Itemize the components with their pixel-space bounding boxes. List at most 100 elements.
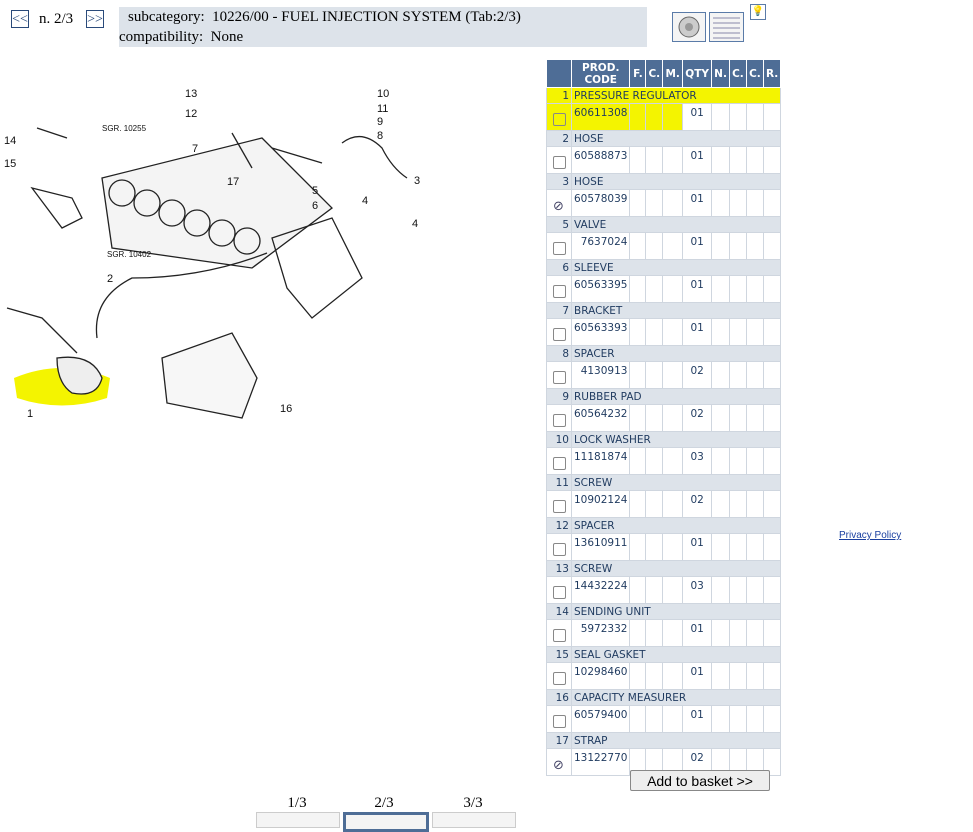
quantity: 01	[682, 662, 713, 690]
flag-cell	[762, 447, 782, 475]
flag-cell	[745, 576, 764, 604]
flag-cell	[762, 533, 782, 561]
flag-cell	[645, 318, 664, 346]
select-checkbox[interactable]	[553, 242, 566, 255]
flag-cell	[645, 404, 664, 432]
select-checkbox[interactable]	[553, 715, 566, 728]
privacy-policy-link[interactable]: Privacy Policy	[839, 530, 901, 541]
part-code-row: 11181874 03	[546, 447, 782, 475]
quantity: 01	[682, 318, 713, 346]
prev-page-button[interactable]: <<	[11, 10, 29, 28]
flag-cell	[662, 318, 684, 346]
flag-cell	[745, 662, 764, 690]
flag-cell	[662, 576, 684, 604]
flag-cell	[629, 146, 647, 174]
part-code-row: 5972332 01	[546, 619, 782, 647]
tab-3-thumbnail[interactable]	[432, 812, 516, 828]
column-header: C.	[645, 59, 664, 88]
flag-cell	[728, 146, 747, 174]
flag-cell	[762, 232, 782, 260]
part-code-row: ⊘ 60578039 01	[546, 189, 782, 217]
flag-cell	[762, 361, 782, 389]
part-number: 2	[546, 130, 572, 147]
flag-cell	[762, 619, 782, 647]
part-name-row: 1 PRESSURE REGULATOR	[546, 87, 782, 104]
part-number: 15	[546, 646, 572, 663]
select-checkbox[interactable]	[553, 328, 566, 341]
select-checkbox[interactable]	[553, 414, 566, 427]
select-checkbox[interactable]	[553, 629, 566, 642]
flag-cell	[711, 318, 730, 346]
quantity: 01	[682, 189, 713, 217]
select-checkbox[interactable]	[553, 672, 566, 685]
column-header: R.	[762, 59, 782, 88]
part-name: STRAP	[570, 732, 782, 749]
list-view-icon[interactable]	[709, 12, 744, 42]
flag-cell	[728, 189, 747, 217]
callout-label: 7	[192, 143, 198, 155]
tab-2-thumbnail[interactable]	[343, 812, 429, 832]
part-name: CAPACITY MEASURER	[570, 689, 782, 706]
part-code-row: 60611308 01	[546, 103, 782, 131]
part-number: 13	[546, 560, 572, 577]
flag-cell	[629, 576, 647, 604]
tab-1-3[interactable]: 1/3	[256, 795, 338, 812]
part-code-row: 10298460 01	[546, 662, 782, 690]
select-checkbox[interactable]	[553, 371, 566, 384]
flag-cell	[762, 318, 782, 346]
flag-cell	[745, 619, 764, 647]
quantity: 01	[682, 619, 713, 647]
flag-cell	[728, 705, 747, 733]
part-name: SPACER	[570, 345, 782, 362]
tab-3-3[interactable]: 3/3	[432, 795, 514, 812]
flag-cell	[645, 232, 664, 260]
add-to-basket-button[interactable]: Add to basket >>	[630, 770, 770, 791]
select-checkbox[interactable]	[553, 543, 566, 556]
flag-cell	[662, 404, 684, 432]
flag-cell	[728, 232, 747, 260]
select-checkbox[interactable]	[553, 500, 566, 513]
part-name: SPACER	[570, 517, 782, 534]
flag-cell	[645, 576, 664, 604]
lightbulb-icon[interactable]: 💡	[750, 4, 766, 20]
flag-cell	[711, 533, 730, 561]
part-name-row: 14 SENDING UNIT	[546, 603, 782, 620]
flag-cell	[728, 447, 747, 475]
callout-label: 6	[312, 200, 318, 212]
flag-cell	[711, 705, 730, 733]
part-name-row: 10 LOCK WASHER	[546, 431, 782, 448]
part-code-row: 7637024 01	[546, 232, 782, 260]
part-code-row: 60563395 01	[546, 275, 782, 303]
flag-cell	[762, 576, 782, 604]
callout-label: SGR. 10402	[107, 250, 152, 259]
tab-1-thumbnail[interactable]	[256, 812, 340, 828]
next-page-button[interactable]: >>	[86, 10, 104, 28]
part-name-row: 3 HOSE	[546, 173, 782, 190]
flag-cell	[745, 705, 764, 733]
flag-cell	[645, 361, 664, 389]
part-code-row: 10902124 02	[546, 490, 782, 518]
flag-cell	[645, 275, 664, 303]
select-checkbox[interactable]	[553, 113, 566, 126]
select-checkbox[interactable]	[553, 457, 566, 470]
select-checkbox[interactable]	[553, 586, 566, 599]
quantity: 02	[682, 404, 713, 432]
select-checkbox[interactable]	[553, 156, 566, 169]
flag-cell	[662, 490, 684, 518]
part-name-row: 12 SPACER	[546, 517, 782, 534]
select-checkbox[interactable]	[553, 285, 566, 298]
tab-2-3[interactable]: 2/3	[343, 795, 425, 812]
flag-cell	[762, 103, 782, 131]
part-name-row: 2 HOSE	[546, 130, 782, 147]
flag-cell	[728, 361, 747, 389]
subcategory-value: 10226/00 - FUEL INJECTION SYSTEM (Tab:2/…	[212, 9, 521, 25]
product-code: 4130913	[570, 361, 631, 389]
part-code-row: 14432224 03	[546, 576, 782, 604]
compatibility-label: compatibility:	[119, 29, 204, 45]
callout-label: 14	[4, 135, 16, 147]
flag-cell	[711, 490, 730, 518]
product-code: 60579400	[570, 705, 631, 733]
wheel-view-icon[interactable]	[672, 12, 706, 42]
flag-cell	[662, 533, 684, 561]
flag-cell	[762, 662, 782, 690]
